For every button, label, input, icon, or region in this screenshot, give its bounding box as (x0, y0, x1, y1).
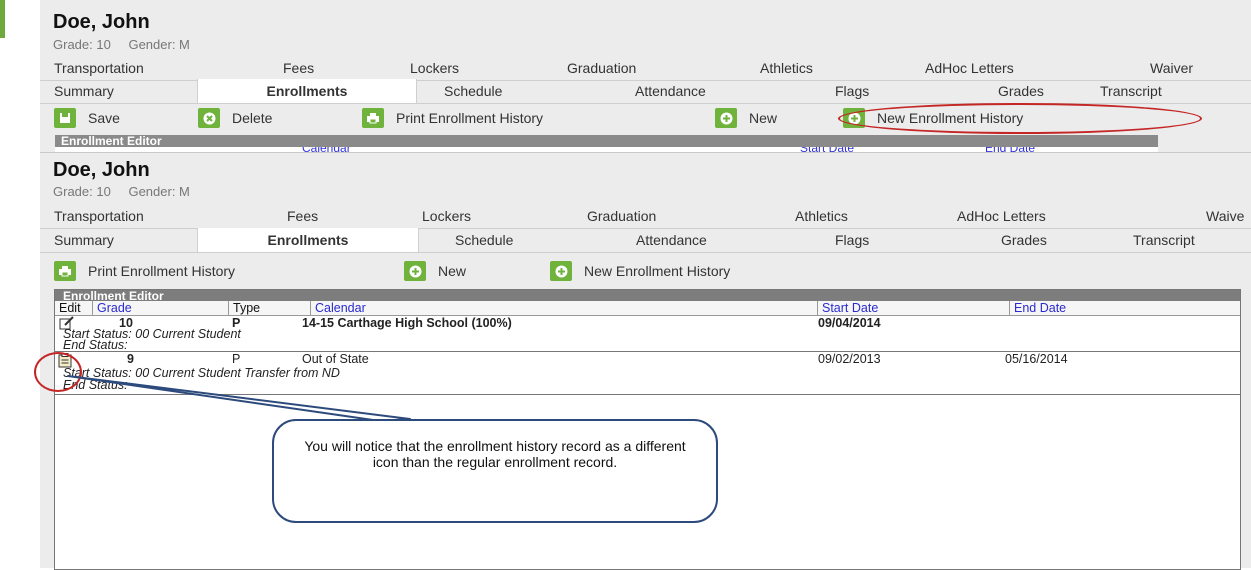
callout-note: You will notice that the enrollment hist… (272, 419, 718, 523)
